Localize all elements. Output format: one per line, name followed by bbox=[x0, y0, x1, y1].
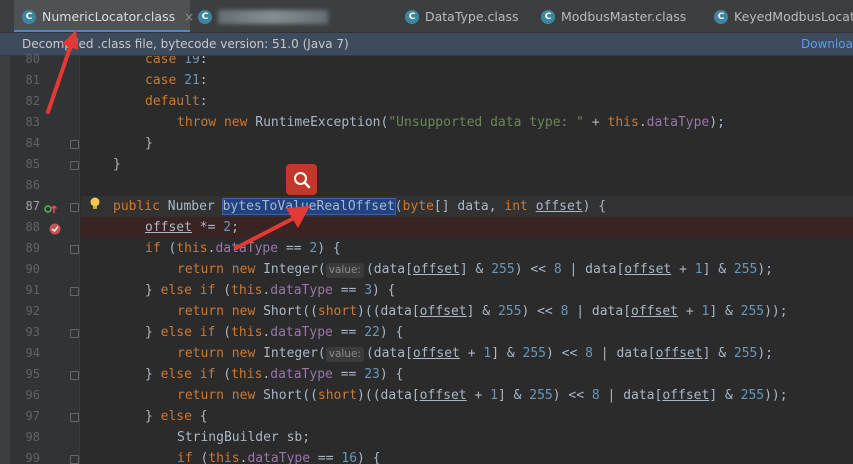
fold-marker[interactable] bbox=[70, 203, 79, 212]
search-icon[interactable] bbox=[286, 164, 317, 195]
line-number[interactable]: 92 bbox=[18, 301, 40, 322]
line-number[interactable]: 96 bbox=[18, 385, 40, 406]
editor-tab-bar: C NumericLocator.class × C C DataType.cl… bbox=[0, 0, 853, 33]
annotation-arrow bbox=[234, 206, 310, 250]
line-number[interactable]: 94 bbox=[18, 343, 40, 364]
line-number[interactable]: 90 bbox=[18, 259, 40, 280]
tab-label: DataType.class bbox=[425, 9, 519, 24]
tool-strip bbox=[0, 56, 10, 464]
breakpoint-icon[interactable] bbox=[48, 222, 62, 236]
fold-marker[interactable] bbox=[70, 371, 79, 380]
override-marker-icon[interactable] bbox=[44, 203, 58, 215]
java-class-icon: C bbox=[541, 9, 555, 24]
fold-marker[interactable] bbox=[70, 245, 79, 254]
line-number[interactable]: 97 bbox=[18, 406, 40, 427]
line-number[interactable]: 98 bbox=[18, 427, 40, 448]
code-line-99: if (this.dataType == 16) { bbox=[177, 451, 381, 464]
line-number[interactable]: 91 bbox=[18, 280, 40, 301]
java-class-icon: C bbox=[22, 9, 36, 24]
code-line-97: } else { bbox=[145, 409, 208, 424]
code-line-83: throw new RuntimeException("Unsupported … bbox=[177, 115, 725, 130]
tab-label: NumericLocator.class bbox=[42, 9, 176, 24]
code-line-81: case 21: bbox=[145, 73, 208, 88]
download-sources-link[interactable]: Downloa bbox=[801, 37, 853, 51]
code-line-85: } bbox=[113, 157, 121, 172]
code-line-94: return new Integer(value: (data[offset + … bbox=[177, 346, 774, 362]
code-line-80: case 19: bbox=[145, 56, 208, 67]
code-line-82: default: bbox=[145, 94, 208, 109]
redacted-tab-label bbox=[218, 9, 328, 24]
line-number[interactable]: 87 bbox=[18, 196, 40, 217]
java-class-icon: C bbox=[198, 9, 212, 24]
fold-marker[interactable] bbox=[70, 161, 79, 170]
parameter-hint: value: bbox=[325, 263, 364, 278]
code-line-90: return new Integer(value: (data[offset] &… bbox=[177, 262, 774, 278]
line-number[interactable]: 88 bbox=[18, 217, 40, 238]
line-number[interactable]: 93 bbox=[18, 322, 40, 343]
code-line-92: return new Short((short)((data[offset] &… bbox=[177, 304, 788, 319]
code-line-93: } else if (this.dataType == 22) { bbox=[145, 325, 404, 340]
code-line-98: StringBuilder sb; bbox=[177, 430, 311, 445]
tab-redacted[interactable]: C bbox=[190, 0, 395, 32]
fold-marker[interactable] bbox=[70, 413, 79, 422]
line-number[interactable]: 99 bbox=[18, 448, 40, 464]
tab-label: KeyedModbusLocato bbox=[734, 9, 853, 24]
line-number[interactable]: 95 bbox=[18, 364, 40, 385]
java-class-icon: C bbox=[714, 9, 728, 24]
fold-marker[interactable] bbox=[70, 329, 79, 338]
line-number[interactable]: 89 bbox=[18, 238, 40, 259]
line-number[interactable]: 86 bbox=[18, 175, 40, 196]
code-line-91: } else if (this.dataType == 3) { bbox=[145, 283, 396, 298]
line-number[interactable]: 84 bbox=[18, 133, 40, 154]
code-line-96: return new Short((short)((data[offset + … bbox=[177, 388, 788, 403]
java-class-icon: C bbox=[405, 9, 419, 24]
tab-datatype[interactable]: C DataType.class bbox=[397, 0, 525, 32]
fold-marker[interactable] bbox=[70, 140, 79, 149]
code-editor[interactable]: case 19: case 21: default: throw new Run… bbox=[81, 56, 853, 464]
tab-modbusmaster[interactable]: C ModbusMaster.class bbox=[533, 0, 698, 32]
decompiled-banner: Decompiled .class file, bytecode version… bbox=[0, 33, 853, 56]
tab-keyedmodbuslocator[interactable]: C KeyedModbusLocato bbox=[706, 0, 853, 32]
tab-label: ModbusMaster.class bbox=[561, 9, 687, 24]
fold-marker[interactable] bbox=[70, 287, 79, 296]
code-line-84: } bbox=[145, 136, 153, 151]
code-line-95: } else if (this.dataType == 23) { bbox=[145, 367, 404, 382]
code-line-87: public Number bytesToValueRealOffset(byt… bbox=[81, 196, 853, 217]
annotation-arrow bbox=[46, 30, 78, 114]
parameter-hint: value: bbox=[325, 347, 364, 362]
intention-bulb-icon[interactable] bbox=[89, 197, 101, 211]
code-line-88: offset *= 2; bbox=[81, 217, 853, 238]
line-number[interactable]: 85 bbox=[18, 154, 40, 175]
fold-marker[interactable] bbox=[70, 455, 79, 464]
